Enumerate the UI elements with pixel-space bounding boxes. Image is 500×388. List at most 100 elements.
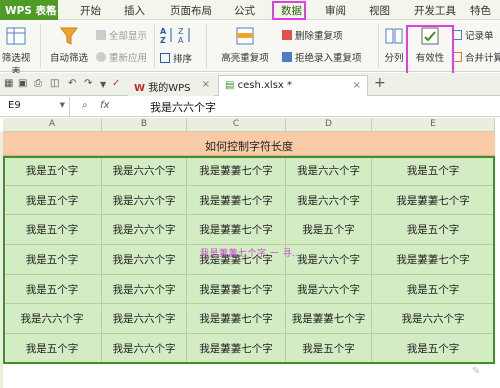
show-all-button[interactable]: 全部显示 [96, 28, 147, 42]
print-icon[interactable]: ⎙ [34, 78, 42, 89]
site-logo-icon: ✎ [472, 366, 481, 377]
menu-tab-3[interactable]: 公式 [234, 3, 255, 18]
record-form-label: 记录单 [465, 31, 494, 42]
funnel-clear-icon [96, 30, 106, 40]
table-cell[interactable]: 我是萋萋七个字 [187, 304, 286, 335]
document-tab-strip: ▦ ▣ ⎙ ◫ ↶ ↷ ▼ ✓ W 我的WPS × ▤ cesh.xlsx * … [0, 73, 500, 96]
table-cell[interactable]: 我是五个字 [3, 185, 102, 216]
save-icon[interactable]: ▣ [18, 78, 27, 89]
delete-duplicates-label: 删除重复项 [295, 31, 343, 42]
table-cell[interactable]: 我是萋萋七个字 [187, 334, 286, 364]
table-cell[interactable]: 我是五个字 [3, 334, 102, 364]
reapply-button[interactable]: 重新应用 [96, 50, 147, 64]
column-header-b[interactable]: B [102, 118, 187, 132]
table-cell[interactable]: 我是萋萋七个字 [372, 185, 495, 216]
auto-filter-button[interactable]: 自动筛选 [46, 25, 92, 64]
table-cell[interactable]: 我是五个字 [3, 156, 102, 186]
split-columns-icon [385, 28, 403, 44]
table-cell[interactable]: 我是五个字 [372, 156, 495, 186]
table-cell[interactable]: 我是萋萋七个字 [372, 245, 495, 275]
svg-text:Z: Z [178, 27, 184, 36]
table-cell[interactable]: 我是五个字 [286, 334, 372, 364]
table-cell[interactable]: 我是六六个字 [102, 156, 187, 186]
tab-my-wps-label: 我的WPS [148, 83, 191, 94]
tab-file-label: cesh.xlsx * [237, 80, 293, 91]
formula-input[interactable]: 我是六六个字 [150, 99, 216, 115]
divider [378, 24, 379, 68]
chevron-down-icon: ▼ [59, 101, 65, 109]
new-tab-button[interactable]: + [374, 75, 386, 91]
zoom-search-icon[interactable]: ⌕ [82, 100, 88, 111]
split-label: 分列 [384, 53, 404, 64]
table-cell[interactable]: 我是萋萋七个字 [187, 156, 286, 186]
consolidate-label: 合并计算 [465, 53, 500, 64]
sort-label: 排序 [173, 54, 193, 65]
tab-cesh-xlsx[interactable]: ▤ cesh.xlsx * × [218, 75, 368, 96]
table-cell[interactable]: 我是六六个字 [102, 245, 187, 275]
menu-bar: WPS 表格 ▼ 开始插入页面布局公式数据审阅视图开发工具特色功 [0, 0, 500, 32]
menu-tab-1[interactable]: 插入 [124, 3, 145, 18]
table-cell[interactable]: 我是六六个字 [3, 304, 102, 335]
redo-icon[interactable]: ↷ [84, 78, 92, 89]
sheet-title-cell[interactable]: 如何控制字符长度 [3, 132, 495, 156]
chevron-down-icon[interactable]: ▼ [100, 80, 106, 89]
table-cell[interactable]: 我是五个字 [3, 274, 102, 305]
table-cell[interactable]: 我是五个字 [372, 215, 495, 246]
sort-descending-button[interactable]: ZA [178, 26, 194, 47]
delete-duplicates-button[interactable]: 删除重复项 [282, 28, 343, 42]
table-cell[interactable]: 我是五个字 [372, 334, 495, 364]
refresh-icon [96, 52, 106, 62]
menu-tab-0[interactable]: 开始 [80, 3, 101, 18]
table-cell[interactable]: 我是萋萋七个字 [187, 215, 286, 246]
print-preview-icon[interactable]: ◫ [50, 78, 59, 89]
menu-tab-6[interactable]: 视图 [369, 3, 390, 18]
sort-ascending-button[interactable]: AZ [160, 26, 176, 47]
highlight-duplicates-icon [236, 27, 254, 45]
table-cell[interactable]: 我是五个字 [372, 274, 495, 305]
menu-tab-5[interactable]: 审阅 [325, 3, 346, 18]
table-cell[interactable]: 我是六六个字 [102, 185, 187, 216]
table-cell[interactable]: 我是萋萋七个字 [286, 304, 372, 335]
record-form-button[interactable]: 记录单 [452, 28, 494, 42]
consolidate-button[interactable]: 合并计算 [452, 50, 500, 64]
table-cell[interactable]: 我是六六个字 [102, 274, 187, 305]
close-icon[interactable]: × [353, 80, 361, 91]
close-icon[interactable]: × [202, 79, 210, 90]
table-cell[interactable]: 我是萋萋七个字 [187, 274, 286, 305]
tab-my-wps[interactable]: W 我的WPS × [128, 75, 214, 96]
column-header-e[interactable]: E [372, 118, 495, 132]
sort-button[interactable]: 排序 [160, 51, 192, 65]
reject-duplicates-button[interactable]: 拒绝录入重复项 [282, 50, 362, 64]
text-to-columns-button[interactable]: 分列 [380, 25, 408, 64]
table-cell[interactable]: 我是五个字 [3, 245, 102, 275]
mark-icon[interactable]: ✓ [112, 78, 120, 89]
spreadsheet-file-icon: ▤ [225, 80, 235, 91]
table-cell[interactable]: 我是六六个字 [286, 156, 372, 186]
table-cell[interactable]: 我是六六个字 [102, 334, 187, 364]
name-box-value: E9 [8, 100, 21, 111]
grid-icon[interactable]: ▦ [4, 78, 13, 89]
menu-tab-2[interactable]: 页面布局 [170, 3, 212, 18]
column-header-d[interactable]: D [286, 118, 372, 132]
table-cell[interactable]: 我是六六个字 [372, 304, 495, 335]
sort-icon [160, 53, 170, 63]
table-cell[interactable]: 我是五个字 [286, 215, 372, 246]
filter-view-button[interactable]: 筛选视表 [0, 25, 34, 78]
undo-icon[interactable]: ↶ [68, 78, 76, 89]
highlight-duplicates-button[interactable]: 高亮重复项 [210, 25, 280, 64]
table-filter-icon [6, 27, 26, 45]
svg-text:Z: Z [160, 36, 166, 44]
table-cell[interactable]: 我是六六个字 [102, 304, 187, 335]
app-menu-button[interactable]: WPS 表格 ▼ [0, 0, 58, 20]
table-cell[interactable]: 我是六六个字 [286, 274, 372, 305]
function-icon[interactable]: fx [100, 100, 109, 111]
column-header-c[interactable]: C [187, 118, 286, 132]
table-cell[interactable]: 我是萋萋七个字 [187, 185, 286, 216]
validity-highlight [406, 25, 454, 77]
table-cell[interactable]: 我是五个字 [3, 215, 102, 246]
menu-tab-7[interactable]: 开发工具 [414, 3, 456, 18]
table-cell[interactable]: 我是六六个字 [286, 185, 372, 216]
name-box[interactable]: E9 ▼ [0, 97, 70, 116]
column-header-a[interactable]: A [3, 118, 102, 132]
table-cell[interactable]: 我是六六个字 [102, 215, 187, 246]
